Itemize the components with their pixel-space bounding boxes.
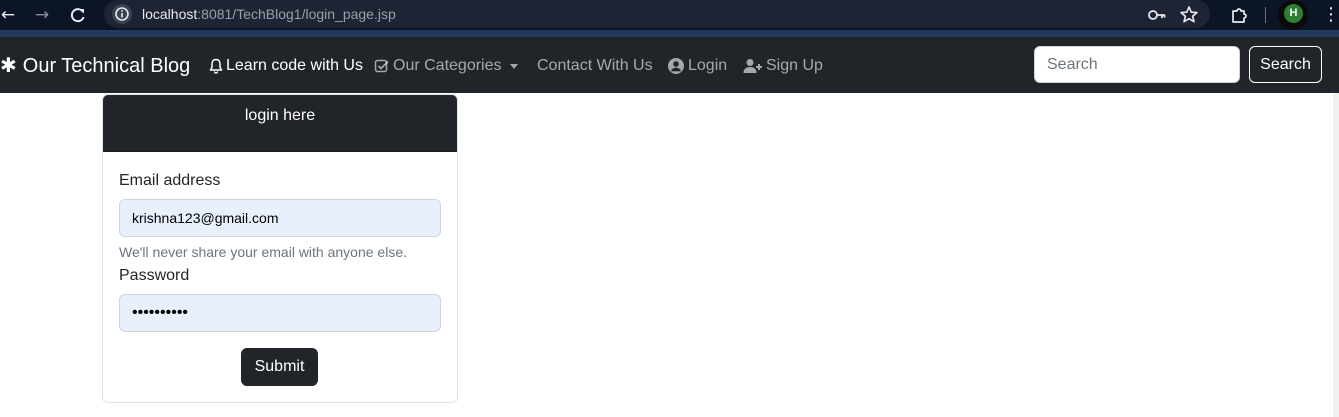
nav-contact-label: Contact With Us — [537, 57, 653, 74]
extensions-icon[interactable] — [1229, 4, 1251, 26]
login-card-header: login here — [103, 95, 457, 152]
login-card-title: login here — [244, 107, 316, 124]
nav-learn-code-label: Learn code with Us — [226, 57, 363, 74]
nav-login-label: Login — [688, 57, 728, 74]
url-host: localhost — [142, 6, 198, 22]
profile-avatar[interactable]: H — [1284, 4, 1303, 23]
browser-toolbar-border — [0, 30, 1339, 37]
nav-learn-code[interactable]: Learn code with Us — [209, 56, 363, 76]
menu-icon[interactable]: ⋮ — [1322, 3, 1339, 25]
nav-login[interactable]: Login — [667, 56, 727, 76]
nav-sign-up-label: Sign Up — [766, 57, 823, 74]
url-text[interactable]: localhost:8081/TechBlog1/login_page.jsp — [142, 6, 396, 22]
email-label: Email address — [119, 172, 221, 189]
check-square-icon — [374, 59, 389, 73]
site-navbar: ✱ Our Technical Blog Learn code with Us O… — [0, 37, 1339, 93]
bell-icon — [209, 58, 223, 74]
nav-sign-up[interactable]: Sign Up — [743, 56, 823, 76]
reload-icon[interactable] — [67, 4, 89, 26]
search-button[interactable]: Search — [1249, 46, 1322, 83]
back-icon[interactable]: ← — [0, 4, 19, 26]
user-circle-icon — [668, 58, 684, 74]
chevron-down-icon — [509, 63, 518, 69]
url-path: :8081/TechBlog1/login_page.jsp — [197, 6, 396, 22]
toolbar-separator — [1265, 7, 1266, 23]
search-input[interactable] — [1034, 46, 1240, 83]
submit-button[interactable]: Submit — [241, 348, 318, 386]
brand[interactable]: ✱ Our Technical Blog — [0, 53, 190, 78]
bookmark-star-icon[interactable] — [1178, 4, 1200, 26]
user-plus-icon — [743, 59, 762, 73]
brand-label: Our Technical Blog — [22, 55, 191, 77]
forward-icon[interactable]: → — [31, 4, 53, 26]
password-key-icon[interactable] — [1146, 4, 1168, 26]
nav-our-categories[interactable]: Our Categories — [374, 56, 518, 76]
page-scrollbar[interactable] — [1333, 93, 1339, 417]
password-field[interactable] — [119, 294, 441, 332]
login-card: login here Email address We'll never sha… — [102, 94, 458, 403]
email-field[interactable] — [119, 199, 441, 237]
site-info-icon[interactable] — [112, 4, 132, 24]
nav-contact[interactable]: Contact With Us — [537, 56, 653, 76]
password-label: Password — [119, 267, 190, 284]
asterisk-icon: ✱ — [0, 53, 17, 77]
nav-our-categories-label: Our Categories — [393, 57, 502, 74]
email-help-text: We'll never share your email with anyone… — [119, 244, 407, 260]
